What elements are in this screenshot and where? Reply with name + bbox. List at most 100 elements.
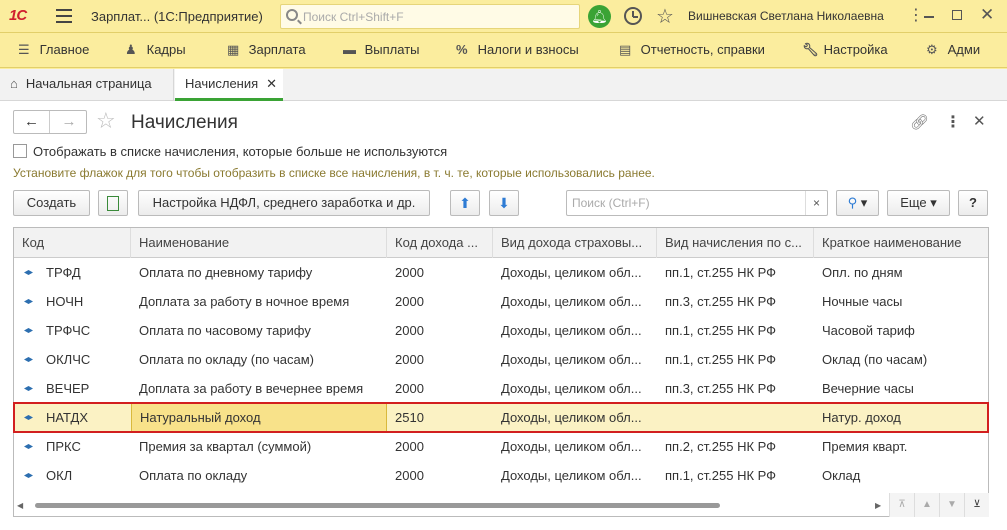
scroll-top-icon[interactable]: ⊼ xyxy=(889,493,914,517)
minimize-icon[interactable] xyxy=(924,16,934,18)
cell-name-active[interactable]: Натуральный доход xyxy=(131,403,387,432)
copy-button[interactable] xyxy=(98,190,128,216)
scroll-page-down-icon[interactable]: ▼ xyxy=(939,493,964,517)
forward-arrow-icon[interactable]: → xyxy=(51,111,87,133)
section-payments[interactable]: ▬ Выплаты xyxy=(343,42,420,57)
maximize-icon[interactable] xyxy=(952,10,962,20)
cell-accrual-type xyxy=(657,403,814,432)
column-header-name[interactable]: Наименование xyxy=(131,228,387,258)
column-header-income-code[interactable]: Код дохода ... xyxy=(387,228,493,258)
scroll-left-icon[interactable]: ◀ xyxy=(17,501,23,510)
search-icon: ⚲ xyxy=(847,195,858,210)
add-to-favorites-star-icon[interactable]: ☆ xyxy=(96,109,116,133)
cell-insurance-type: Доходы, целиком обл... xyxy=(501,439,642,454)
cell-code: ПРКС xyxy=(46,439,81,454)
table-header: Код Наименование Код дохода ... Вид дохо… xyxy=(14,228,988,258)
cell-income-code: 2510 xyxy=(395,410,424,425)
table-row[interactable]: ВЕЧЕР Доплата за работу в вечернее время… xyxy=(14,374,988,403)
cell-accrual-type: пп.1, ст.255 НК РФ xyxy=(665,323,777,338)
find-dropdown-button[interactable]: ⚲ ▾ xyxy=(836,190,879,216)
cell-insurance-type: Доходы, целиком обл... xyxy=(501,294,642,309)
back-arrow-icon[interactable]: ← xyxy=(14,111,50,133)
section-taxes[interactable]: % Налоги и взносы xyxy=(456,42,579,57)
cell-short-name: Вечерние часы xyxy=(822,381,914,396)
global-search-placeholder: Поиск Ctrl+Shift+F xyxy=(303,10,404,24)
create-button[interactable]: Создать xyxy=(13,190,90,216)
window-menu-icon[interactable]: ⋮ xyxy=(908,5,924,25)
column-header-insurance-type[interactable]: Вид дохода страховы... xyxy=(493,228,657,258)
cell-code: ТРФД xyxy=(46,265,81,280)
section-reports[interactable]: ▤ Отчетность, справки xyxy=(619,42,765,58)
favorites-star-icon[interactable]: ☆ xyxy=(656,4,674,29)
section-salary[interactable]: ▦ Зарплата xyxy=(227,42,306,58)
close-tab-icon[interactable]: ✕ xyxy=(266,76,277,91)
more-menu-button[interactable]: Еще ▾ xyxy=(887,190,950,216)
checkbox-box[interactable] xyxy=(13,144,27,158)
list-search-input[interactable]: Поиск (Ctrl+F) × xyxy=(566,190,828,216)
cell-accrual-type: пп.1, ст.255 НК РФ xyxy=(665,468,777,483)
cell-short-name: Ночные часы xyxy=(822,294,903,309)
cell-short-name: Оклад xyxy=(822,468,861,483)
close-form-icon[interactable]: ✕ xyxy=(973,112,986,130)
notifications-bell-icon[interactable]: 🔔︎ xyxy=(588,5,611,28)
cell-accrual-type: пп.1, ст.255 НК РФ xyxy=(665,265,777,280)
section-hr[interactable]: ♟ Кадры xyxy=(125,42,186,58)
table-row[interactable]: ПРКС Премия за квартал (суммой) 2000 Дох… xyxy=(14,432,988,461)
section-settings[interactable]: 🔧︎ Настройка xyxy=(802,42,888,58)
table-row[interactable]: ОКЛЧС Оплата по окладу (по часам) 2000 Д… xyxy=(14,345,988,374)
table-row[interactable]: ТРФД Оплата по дневному тарифу 2000 Дохо… xyxy=(14,258,988,287)
column-header-code[interactable]: Код xyxy=(14,228,131,258)
global-search-input[interactable]: Поиск Ctrl+Shift+F xyxy=(280,4,580,29)
navigation-buttons: ← → xyxy=(13,110,87,134)
accruals-table[interactable]: Код Наименование Код дохода ... Вид дохо… xyxy=(13,227,989,517)
scroll-bottom-icon[interactable]: ⊻ xyxy=(964,493,989,517)
column-header-short-name[interactable]: Краткое наименование xyxy=(814,228,988,258)
scroll-page-up-icon[interactable]: ▲ xyxy=(914,493,939,517)
horizontal-scrollbar[interactable]: ◀ ▶ xyxy=(13,499,889,511)
ndfl-settings-button[interactable]: Настройка НДФЛ, среднего заработка и др. xyxy=(138,190,430,216)
list-icon: ☰ xyxy=(18,42,30,57)
accrual-type-icon xyxy=(24,270,33,275)
cell-short-name: Опл. по дням xyxy=(822,265,903,280)
history-icon[interactable] xyxy=(624,7,642,25)
cell-insurance-type: Доходы, целиком обл... xyxy=(501,381,642,396)
cell-short-name: Премия кварт. xyxy=(822,439,908,454)
more-actions-icon[interactable]: ⋮ xyxy=(945,112,961,132)
accrual-type-icon xyxy=(24,328,33,333)
scroll-right-icon[interactable]: ▶ xyxy=(875,501,881,510)
arrow-down-icon: ⬇︎ xyxy=(498,195,510,211)
current-user[interactable]: Вишневская Светлана Николаевна xyxy=(688,9,884,23)
table-row[interactable]: ТРФЧС Оплата по часовому тарифу 2000 Дох… xyxy=(14,316,988,345)
cell-name: Оплата по дневному тарифу xyxy=(139,265,313,280)
link-icon[interactable]: 🔗︎ xyxy=(910,113,929,131)
accrual-type-icon xyxy=(24,473,33,478)
table-row[interactable]: НОЧН Доплата за работу в ночное время 20… xyxy=(14,287,988,316)
move-down-button[interactable]: ⬇︎ xyxy=(489,190,519,216)
accrual-type-icon xyxy=(24,415,33,420)
table-row-selected[interactable]: НАТДХ Натуральный доход 2510 Доходы, цел… xyxy=(14,403,988,432)
move-up-button[interactable]: ⬆︎ xyxy=(450,190,480,216)
show-unused-checkbox[interactable]: Отображать в списке начисления, которые … xyxy=(13,144,447,159)
scrollbar-thumb[interactable] xyxy=(35,503,720,508)
section-admin[interactable]: ⚙ Адми xyxy=(926,42,980,58)
cell-income-code: 2000 xyxy=(395,468,424,483)
wallet-icon: ▬ xyxy=(343,42,356,57)
column-header-accrual-type[interactable]: Вид начисления по с... xyxy=(657,228,814,258)
accrual-type-icon xyxy=(24,299,33,304)
cell-code: ТРФЧС xyxy=(46,323,91,338)
table-row[interactable]: ОКЛ Оплата по окладу 2000 Доходы, целико… xyxy=(14,461,988,490)
close-window-icon[interactable]: ✕ xyxy=(980,5,994,25)
tab-home[interactable]: ⌂ Начальная страница xyxy=(0,69,174,101)
cell-name: Оплата по окладу xyxy=(139,468,248,483)
section-main[interactable]: ☰ Главное xyxy=(18,42,89,58)
cell-code: НОЧН xyxy=(46,294,84,309)
cell-name: Оплата по часовому тарифу xyxy=(139,323,311,338)
help-button[interactable]: ? xyxy=(958,190,988,216)
clear-search-icon[interactable]: × xyxy=(805,191,827,215)
cell-code: ОКЛЧС xyxy=(46,352,91,367)
search-icon xyxy=(286,9,298,21)
tab-accruals[interactable]: Начисления ✕ xyxy=(175,69,283,101)
calculator-icon: ▦ xyxy=(227,42,240,57)
cell-insurance-type: Доходы, целиком обл... xyxy=(501,323,642,338)
main-menu-icon[interactable] xyxy=(56,9,72,23)
